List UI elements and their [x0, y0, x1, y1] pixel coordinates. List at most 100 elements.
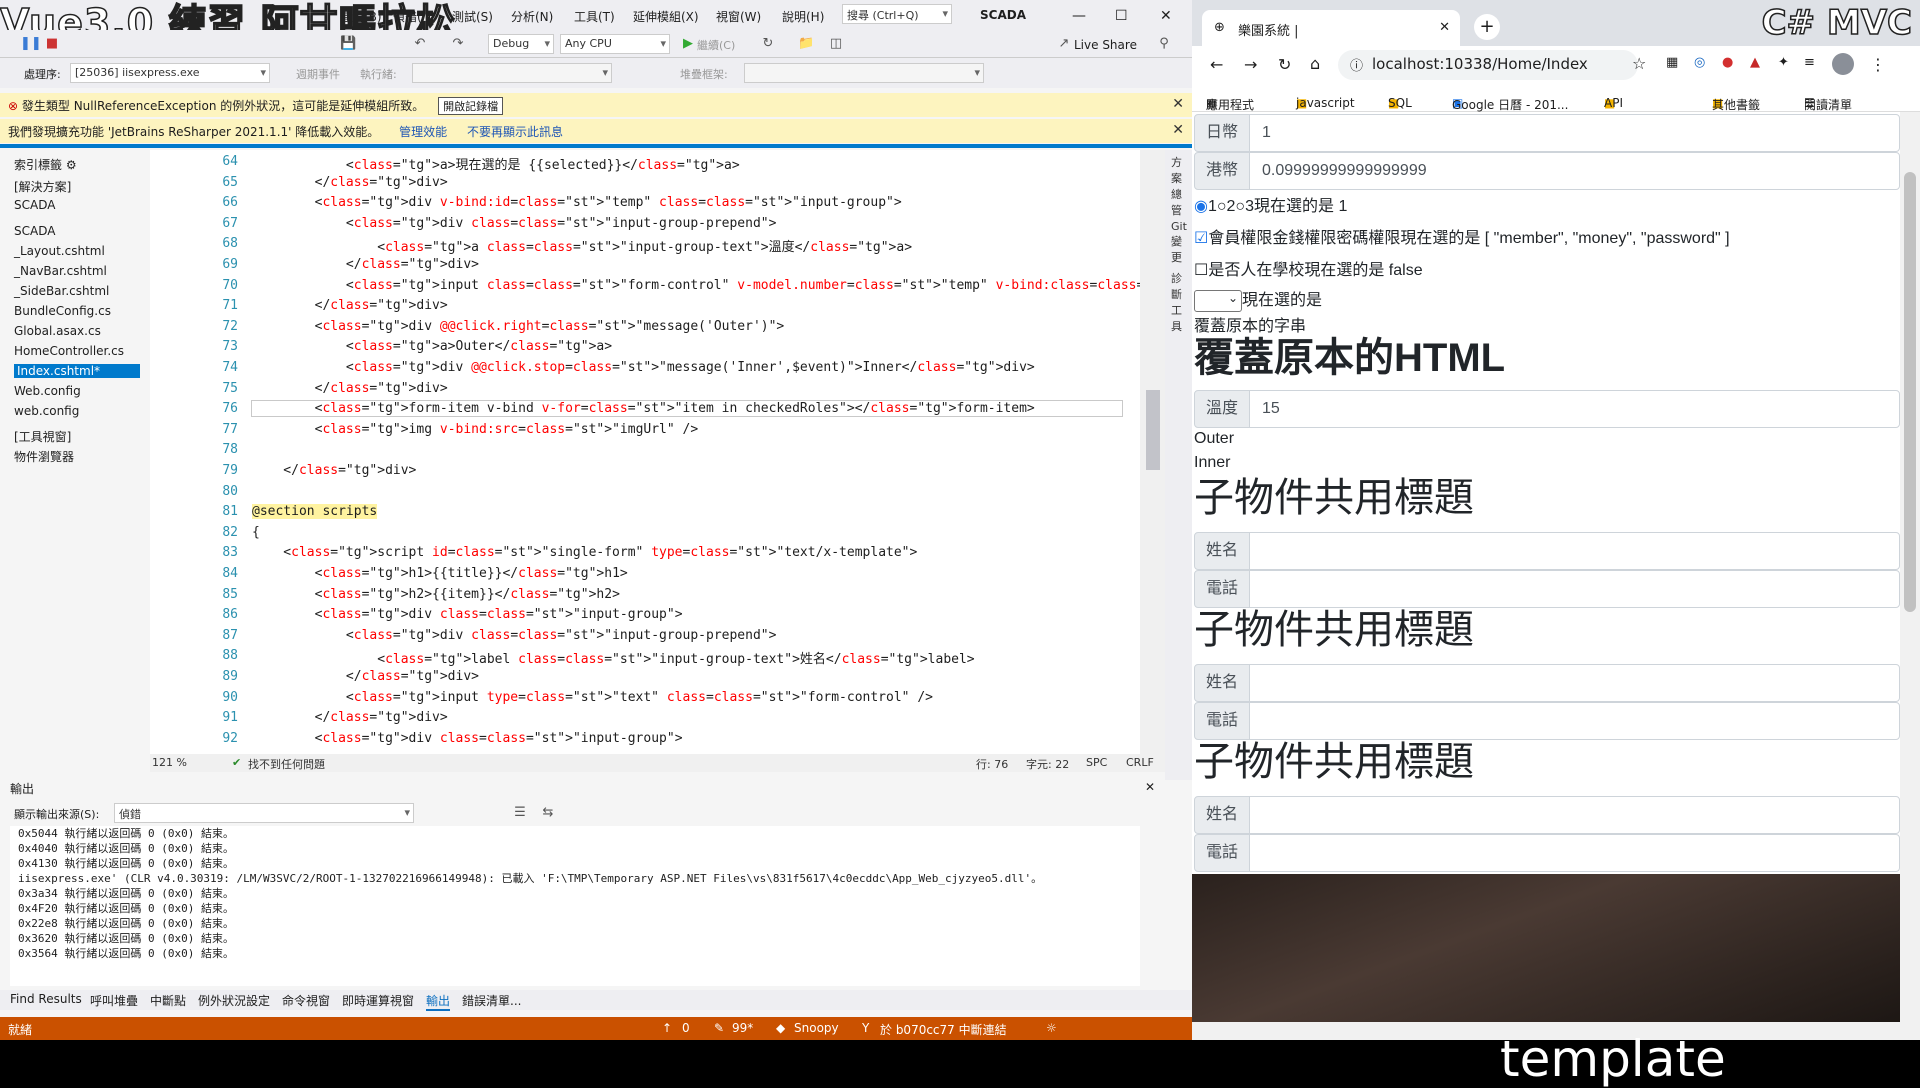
process-select[interactable]: [25036] iisexpress.exe — [70, 63, 270, 83]
code-line[interactable]: </class="tg">div> — [252, 463, 416, 478]
close-icon[interactable]: ✕ — [1145, 780, 1155, 794]
maximize-icon[interactable]: ☐ — [1115, 8, 1128, 24]
editor-scrollbar[interactable] — [1140, 150, 1165, 754]
phone-input[interactable] — [1249, 834, 1900, 872]
code-line[interactable]: { — [252, 525, 260, 540]
jpy-input[interactable]: 1 — [1249, 114, 1900, 152]
avatar[interactable] — [1832, 53, 1854, 75]
output-text[interactable]: 0x5044 執行緒以返回碼 0 (0x0) 結束。 0x4040 執行緒以返回碼… — [10, 826, 1140, 986]
code-line[interactable]: </class="tg">div> — [252, 257, 479, 272]
extension-icon-1[interactable]: ▦ — [1666, 55, 1678, 70]
name-input[interactable] — [1249, 796, 1900, 834]
tab-output[interactable]: 輸出 — [426, 992, 451, 1011]
star-icon[interactable]: ☆ — [1632, 54, 1646, 73]
zoom-level[interactable]: 121 % — [152, 756, 187, 769]
folder-icon[interactable]: 📁 — [798, 36, 814, 52]
minimize-icon[interactable]: — — [1072, 8, 1086, 24]
issues-status[interactable]: 找不到任何問題 — [248, 756, 325, 772]
role-checkboxes[interactable]: ☑會員權限金錢權限密碼權限現在選的是 [ "member", "money", … — [1194, 224, 1730, 248]
tab-call-stack[interactable]: 呼叫堆疊 — [90, 992, 138, 1009]
code-line[interactable]: <class="tg">label class=class="st">"inpu… — [252, 648, 974, 667]
code-line[interactable]: <class="tg">div class=class="st">"input-… — [252, 628, 777, 643]
tab-immediate-window[interactable]: 即時運算視窗 — [342, 992, 414, 1009]
close-icon[interactable]: ✕ — [1160, 8, 1172, 24]
code-line[interactable]: </class="tg">div> — [252, 298, 448, 313]
undo-icon[interactable]: ↶ — [412, 36, 428, 52]
stack-frame-select[interactable] — [744, 63, 984, 83]
phone-input[interactable] — [1249, 570, 1900, 608]
redo-icon[interactable]: ↷ — [450, 36, 466, 52]
diagnostics-tab[interactable]: 診斷工具 — [1171, 270, 1182, 334]
temp-input[interactable]: 15 — [1249, 390, 1900, 428]
scroll-thumb[interactable] — [1146, 390, 1160, 470]
tab-find-results[interactable]: Find Results — [10, 992, 82, 1006]
code-line[interactable]: <class="tg">a>Outer</class="tg">a> — [252, 339, 612, 354]
pdf-icon[interactable]: ▲ — [1750, 55, 1760, 70]
sidebar-item-web-config[interactable]: Web.config — [14, 384, 81, 398]
code-line[interactable]: </class="tg">div> — [252, 710, 448, 725]
pin-icon[interactable]: ⚲ — [1156, 36, 1172, 52]
code-line[interactable]: <class="tg">a class=class="st">"input-gr… — [252, 236, 912, 255]
live-share-button[interactable]: Live Share — [1074, 38, 1137, 52]
code-line[interactable]: <class="tg">h2>{{item}}</class="tg">h2> — [252, 587, 620, 602]
forward-icon[interactable]: → — [1244, 55, 1257, 74]
school-checkbox[interactable]: ☐是否人在學校現在選的是 false — [1194, 256, 1423, 280]
manage-performance-link[interactable]: 管理效能 — [399, 125, 447, 139]
code-line[interactable]: </class="tg">div> — [252, 381, 448, 396]
inner-div[interactable]: Inner — [1194, 454, 1230, 472]
sidebar-item-index[interactable]: Index.cshtml* — [14, 364, 140, 378]
sidebar-item-bundleconfig[interactable]: BundleConfig.cs — [14, 304, 111, 318]
page-scrollbar[interactable] — [1900, 112, 1920, 1032]
save-icon[interactable]: 💾 — [340, 36, 356, 52]
sidebar-item-object-browser[interactable]: 物件瀏覽器 — [14, 448, 74, 465]
sidebar-item-sidebar[interactable]: _SideBar.cshtml — [14, 284, 109, 298]
code-line[interactable]: <class="tg">script id=class="st">"single… — [252, 545, 917, 560]
errors-count[interactable]: 0 — [682, 1021, 690, 1035]
continue-icon[interactable]: ▶ — [680, 36, 696, 52]
code-line[interactable]: <class="tg">a>現在選的是 {{selected}}</class=… — [252, 154, 740, 173]
code-line[interactable]: <class="tg">input class=class="st">"form… — [252, 278, 1165, 293]
pending-edits[interactable]: 99* — [732, 1021, 753, 1035]
code-line[interactable]: <class="tg">div @@click.right=class="st"… — [252, 319, 785, 334]
tab-command-window[interactable]: 命令視窗 — [282, 992, 330, 1009]
code-line[interactable]: <class="tg">div @@click.stop=class="st">… — [252, 360, 1035, 375]
extension-icon-2[interactable]: ◎ — [1694, 55, 1705, 70]
code-line[interactable]: </class="tg">div> — [252, 175, 448, 190]
continue-label[interactable]: 繼續(C) — [697, 37, 735, 53]
git-changes-tab[interactable]: Git 變更 — [1171, 220, 1187, 265]
gear-icon[interactable]: ⚙ — [66, 158, 77, 172]
code-editor[interactable]: 64 <class="tg">a>現在選的是 {{selected}}</cla… — [150, 150, 1165, 754]
sidebar-item-web-config-2[interactable]: web.config — [14, 404, 79, 418]
code-line[interactable]: </class="tg">div> — [252, 669, 479, 684]
menu-extensions[interactable]: 延伸模組(X) — [633, 8, 699, 25]
name-input[interactable] — [1249, 664, 1900, 702]
outer-link[interactable]: Outer — [1194, 430, 1234, 448]
menu-help[interactable]: 說明(H) — [782, 8, 824, 25]
menu-test[interactable]: 測試(S) — [452, 8, 493, 25]
solution-explorer-tab[interactable]: 方案總管 — [1171, 154, 1182, 218]
output-source-select[interactable]: 偵錯 — [114, 803, 414, 823]
close-icon[interactable]: ✕ — [1172, 122, 1184, 138]
close-icon[interactable]: ✕ — [1439, 20, 1450, 35]
notification-icon[interactable]: ☼ — [1046, 1021, 1057, 1035]
camera-icon[interactable]: ◫ — [828, 36, 844, 52]
name-input[interactable] — [1249, 532, 1900, 570]
puzzle-icon[interactable]: ✦ — [1778, 55, 1789, 70]
crlf-indicator[interactable]: CRLF — [1126, 756, 1154, 769]
spc-indicator[interactable]: SPC — [1086, 756, 1107, 769]
extension-icon-3[interactable]: ● — [1722, 55, 1733, 70]
pause-icon[interactable]: ❚❚ — [20, 36, 42, 52]
word-wrap-icon[interactable]: ☰ — [512, 805, 528, 821]
restart-icon[interactable]: ↻ — [760, 36, 776, 52]
queue-icon[interactable]: ≡ — [1804, 55, 1815, 70]
reload-icon[interactable]: ↻ — [1278, 55, 1291, 74]
branch-status[interactable]: 於 b070cc77 中斷連結 — [880, 1021, 1007, 1038]
open-log-button[interactable]: 開啟記錄檔 — [438, 97, 504, 115]
radio-group[interactable]: ◉1○2○3現在選的是 1 — [1194, 192, 1347, 216]
code-line[interactable]: <class="tg">div class=class="st">"input-… — [252, 731, 683, 746]
code-line[interactable]: <class="tg">div class=class="st">"input-… — [252, 607, 683, 622]
empty-select[interactable]: ⌄ — [1194, 289, 1242, 312]
sidebar-item-layout[interactable]: _Layout.cshtml — [14, 244, 105, 258]
vs-search-input[interactable]: 搜尋 (Ctrl+Q) — [842, 4, 952, 24]
info-icon[interactable]: ⓘ — [1350, 55, 1363, 74]
